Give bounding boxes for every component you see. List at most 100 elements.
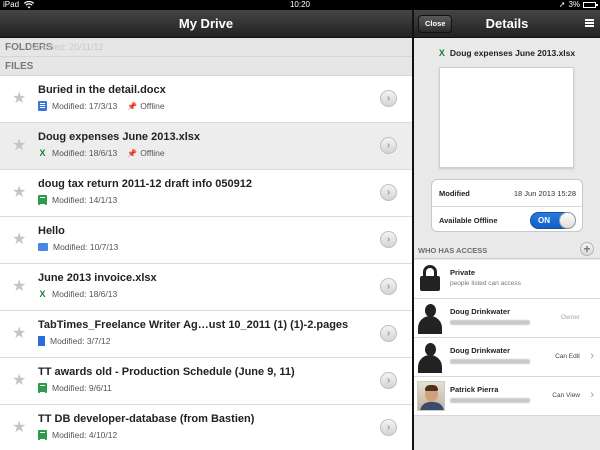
access-role: Owner — [560, 314, 580, 321]
file-name: June 2013 invoice.xlsx — [38, 272, 157, 284]
chevron-right-icon[interactable]: › — [380, 90, 397, 107]
chevron-right-icon[interactable]: › — [590, 350, 594, 362]
chevron-right-icon[interactable]: › — [380, 372, 397, 389]
access-name: Doug Drinkwater — [450, 307, 511, 316]
access-row-owner[interactable]: Doug Drinkwater Owner — [414, 299, 600, 338]
file-modified: Modified: 18/6/13 — [52, 148, 118, 158]
file-modified: Modified: 18/6/13 — [52, 289, 118, 299]
lock-icon — [420, 265, 440, 291]
battery-percent: 3% — [568, 0, 580, 9]
details-pane: Details Close X Doug expenses June 2013.… — [414, 10, 600, 450]
folders-ghost-text: Modified: 20/11/12 — [30, 42, 104, 52]
file-name: TT awards old - Production Schedule (Jun… — [38, 366, 295, 378]
profile-photo — [417, 381, 445, 411]
chevron-right-icon[interactable]: › — [590, 389, 594, 401]
access-row-viewer[interactable]: Patrick Pierra Can View › — [414, 377, 600, 416]
access-name: Private — [450, 268, 476, 277]
docx-icon — [38, 101, 47, 111]
chevron-right-icon[interactable]: › — [380, 137, 397, 154]
spreadsheet-icon — [38, 430, 47, 440]
xlsx-icon: X — [39, 289, 46, 299]
folders-section-header: FOLDERS Modified: 20/11/12 — [0, 38, 412, 57]
close-button[interactable]: Close — [418, 15, 453, 33]
access-list: Private people listed can access Doug Dr… — [414, 260, 600, 416]
who-has-access-header: WHO HAS ACCESS + — [414, 242, 600, 259]
modified-value: 18 Jun 2013 15:28 — [513, 189, 576, 198]
xlsx-icon: X — [39, 148, 46, 158]
file-modified: Modified: 14/1/13 — [52, 195, 118, 205]
files-section-header: FILES — [0, 57, 412, 76]
file-name: Doug expenses June 2013.xlsx — [38, 131, 201, 143]
status-bar: iPad 10:20 ➚ 3% — [0, 0, 600, 10]
blurred-email — [450, 320, 530, 325]
access-header-label: WHO HAS ACCESS — [418, 246, 488, 255]
modified-label: Modified — [439, 189, 470, 198]
star-icon[interactable]: ★ — [12, 420, 26, 436]
file-browser-pane: My Drive FOLDERS Modified: 20/11/12 FILE… — [0, 10, 412, 450]
blurred-email — [450, 398, 530, 403]
spreadsheet-icon — [38, 383, 47, 393]
file-row[interactable]: ★ Hello Modified: 10/7/13 › — [0, 217, 412, 264]
file-info-group: Modified 18 Jun 2013 15:28 Available Off… — [431, 179, 583, 232]
file-row[interactable]: ★ TabTimes_Freelance Writer Ag…ust 10_20… — [0, 311, 412, 358]
access-role: Can View — [552, 392, 580, 399]
battery-icon — [583, 2, 598, 8]
xlsx-icon: X — [438, 48, 445, 58]
file-modified: Modified: 17/3/13 — [52, 101, 118, 111]
file-name: Buried in the detail.docx — [38, 84, 166, 96]
chevron-right-icon[interactable]: › — [380, 231, 397, 248]
star-icon[interactable]: ★ — [12, 232, 26, 248]
clock: 10:20 — [289, 0, 311, 9]
star-icon[interactable]: ★ — [12, 326, 26, 342]
file-modified: Modified: 3/7/12 — [50, 336, 111, 346]
file-modified: Modified: 4/10/12 — [52, 430, 118, 440]
toggle-state: ON — [538, 216, 550, 225]
access-sub: people listed can access — [450, 280, 521, 287]
star-icon[interactable]: ★ — [12, 373, 26, 389]
person-silhouette-icon — [416, 302, 444, 334]
files-list: ★ Buried in the detail.docx Modified: 17… — [0, 76, 412, 450]
file-name: TabTimes_Freelance Writer Ag…ust 10_2011… — [38, 319, 349, 331]
file-row[interactable]: ★ Doug expenses June 2013.xlsx X Modifie… — [0, 123, 412, 170]
access-role: Can Edit — [555, 353, 580, 360]
modified-row: Modified 18 Jun 2013 15:28 — [432, 180, 582, 206]
file-name: Hello — [38, 225, 65, 237]
access-name: Patrick Pierra — [450, 385, 499, 394]
file-row[interactable]: ★ Buried in the detail.docx Modified: 17… — [0, 76, 412, 123]
offline-toggle[interactable]: ON — [530, 212, 576, 229]
chevron-right-icon[interactable]: › — [380, 325, 397, 342]
file-row[interactable]: ★ June 2013 invoice.xlsx X Modified: 18/… — [0, 264, 412, 311]
offline-row: Available Offline ON — [432, 206, 582, 232]
person-silhouette-icon — [416, 341, 444, 373]
pages-icon — [38, 336, 45, 346]
chevron-right-icon[interactable]: › — [380, 419, 397, 436]
access-name: Doug Drinkwater — [450, 346, 511, 355]
my-drive-navbar: My Drive — [0, 10, 412, 38]
menu-icon[interactable] — [585, 19, 594, 27]
presentation-icon — [38, 243, 48, 251]
offline-label: Available Offline — [439, 216, 498, 225]
location-icon: ➚ — [558, 0, 566, 9]
file-modified: Modified: 9/6/11 — [52, 383, 112, 393]
add-person-button[interactable]: + — [580, 242, 594, 256]
star-icon[interactable]: ★ — [12, 185, 26, 201]
star-icon[interactable]: ★ — [12, 138, 26, 154]
offline-label: Offline — [140, 148, 165, 158]
page-title: My Drive — [178, 16, 234, 31]
offline-label: Offline — [140, 101, 165, 111]
access-row-private[interactable]: Private people listed can access — [414, 260, 600, 299]
pin-icon: 📌 — [127, 101, 138, 111]
file-preview-thumbnail[interactable] — [439, 67, 574, 168]
access-row-editor[interactable]: Doug Drinkwater Can Edit › — [414, 338, 600, 377]
file-row[interactable]: ★ TT awards old - Production Schedule (J… — [0, 358, 412, 405]
star-icon[interactable]: ★ — [12, 279, 26, 295]
file-row[interactable]: ★ doug tax return 2011-12 draft info 050… — [0, 170, 412, 217]
detail-file-name: Doug expenses June 2013.xlsx — [449, 48, 576, 58]
file-row[interactable]: ★ TT DB developer-database (from Bastien… — [0, 405, 412, 450]
chevron-right-icon[interactable]: › — [380, 184, 397, 201]
file-name: doug tax return 2011-12 draft info 05091… — [38, 178, 252, 190]
details-navbar: Details Close — [414, 10, 600, 38]
chevron-right-icon[interactable]: › — [380, 278, 397, 295]
star-icon[interactable]: ★ — [12, 91, 26, 107]
spreadsheet-icon — [38, 195, 47, 205]
